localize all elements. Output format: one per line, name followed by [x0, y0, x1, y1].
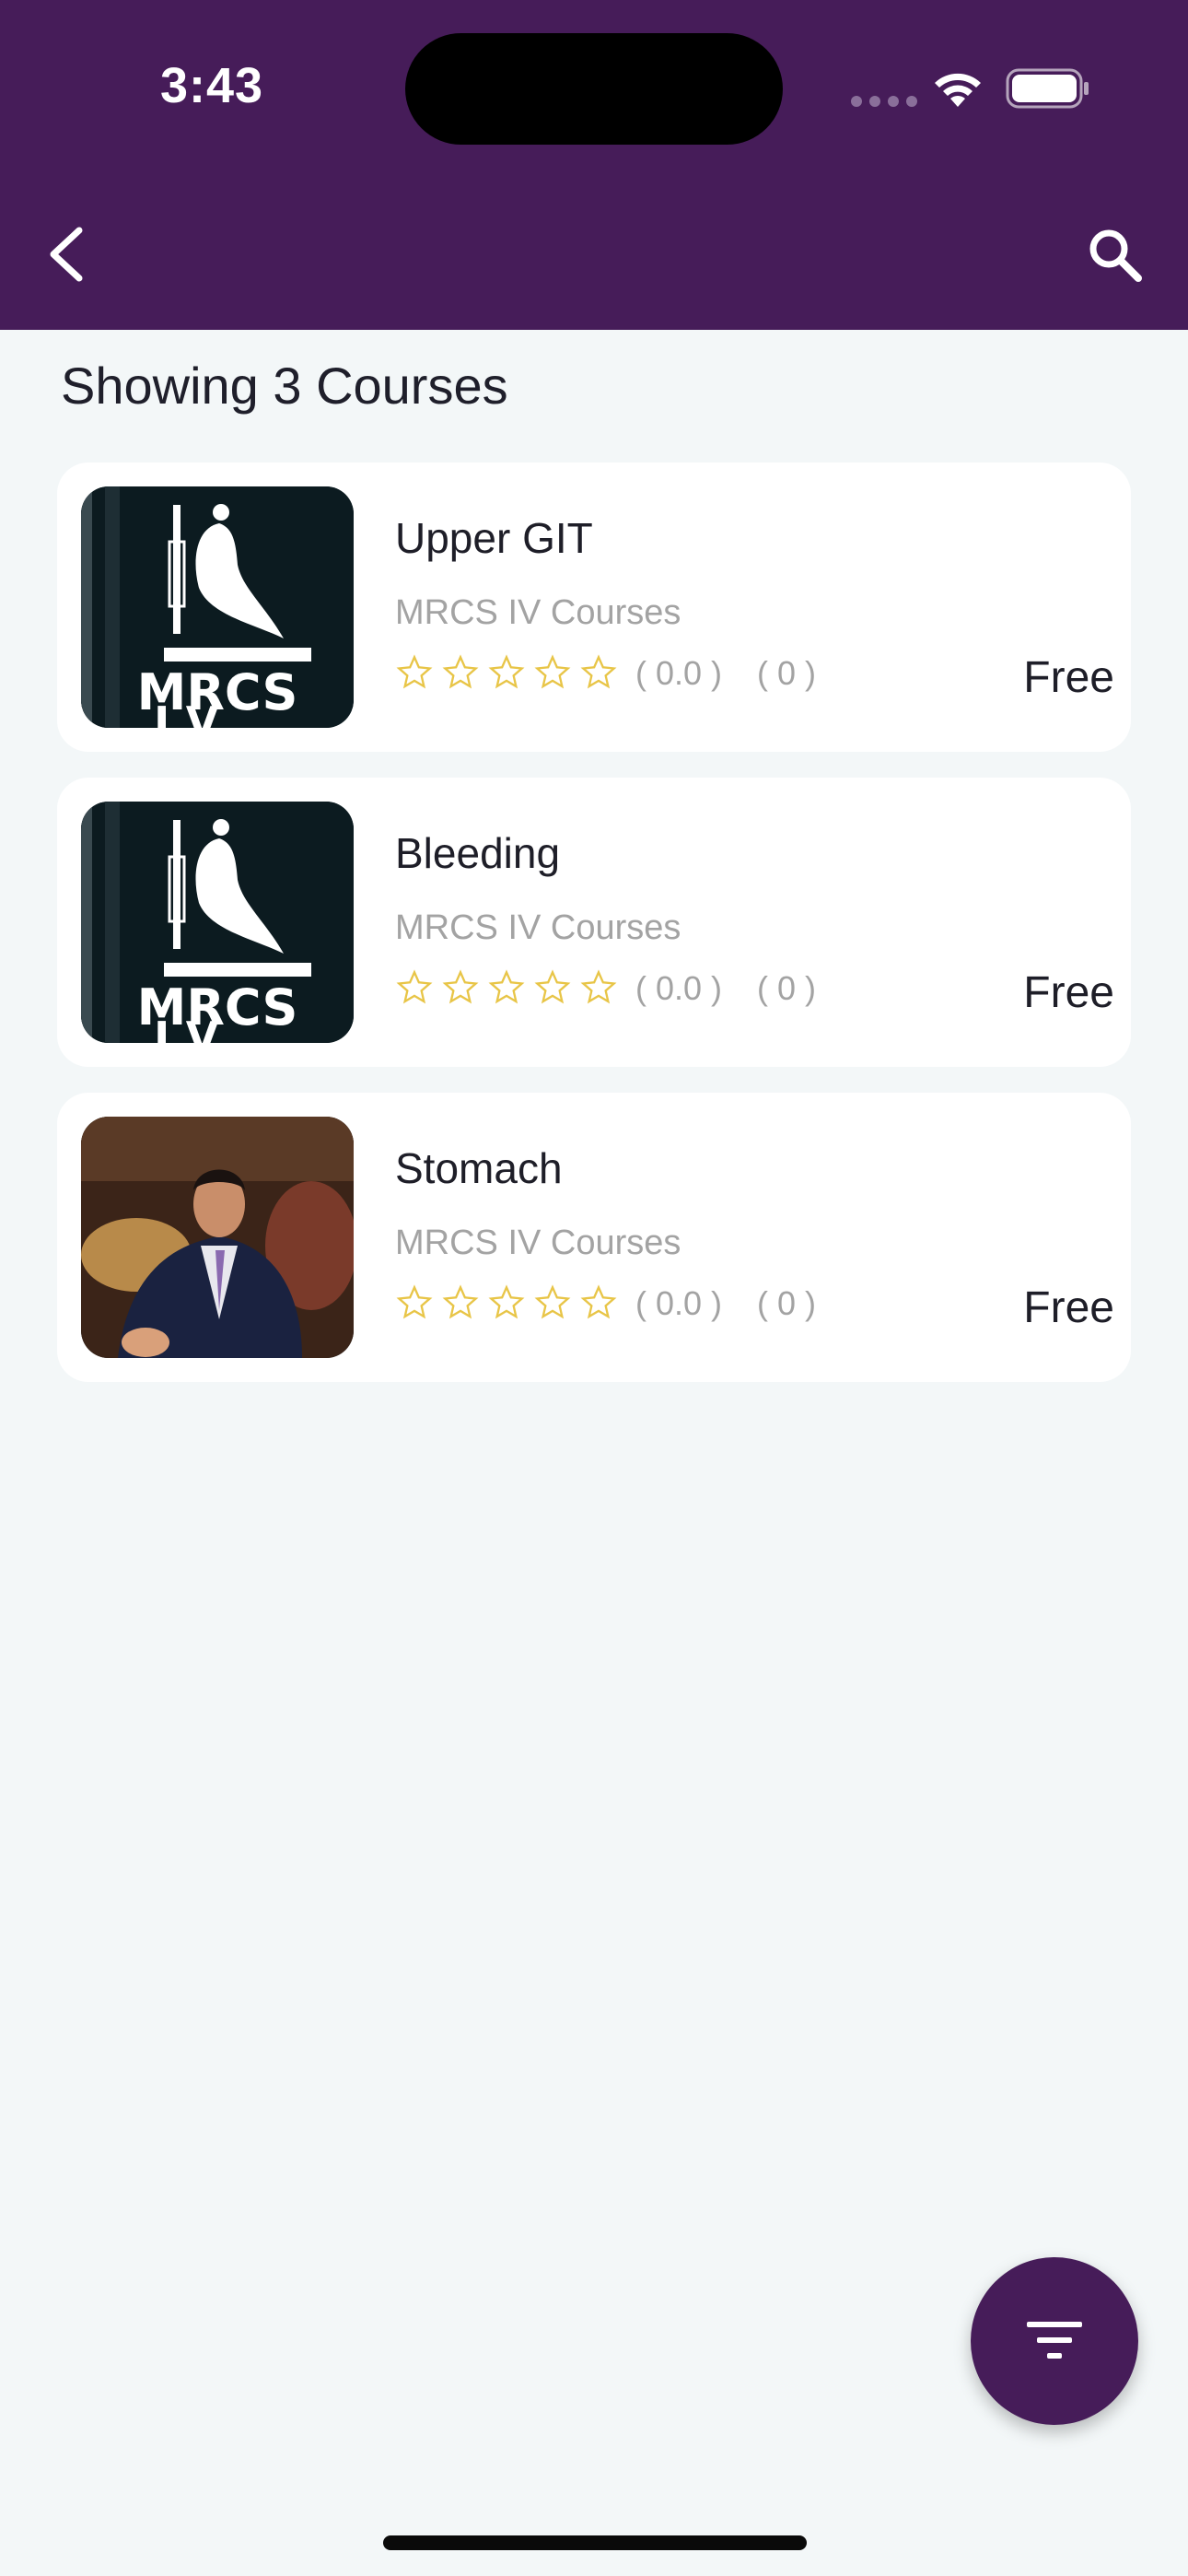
course-category: MRCS IV Courses	[395, 908, 681, 947]
course-category: MRCS IV Courses	[395, 1224, 681, 1262]
course-category: MRCS IV Courses	[395, 593, 681, 632]
star-outline-icon	[534, 654, 571, 689]
course-title: Stomach	[395, 1144, 563, 1192]
star-outline-icon	[442, 969, 479, 1004]
rating-value: ( 0.0 )	[635, 654, 723, 692]
course-count: Showing 3 Courses	[61, 357, 508, 415]
cellular-signal-icon	[851, 96, 917, 107]
filter-icon	[1027, 2322, 1082, 2359]
star-outline-icon	[534, 969, 571, 1004]
dynamic-island	[405, 33, 783, 145]
review-count: ( 0 )	[757, 1284, 817, 1322]
course-thumbnail	[81, 1117, 354, 1358]
chevron-left-icon	[50, 227, 83, 282]
mrcs-logo-image: MRCS I.V.	[81, 802, 354, 1043]
star-outline-icon	[396, 1284, 433, 1319]
course-price: Free	[1023, 653, 1114, 702]
star-outline-icon	[442, 1284, 479, 1319]
course-card[interactable]: MRCS I.V. Bleeding MRCS IV Courses ( 0.0…	[57, 778, 1131, 1067]
star-outline-icon	[534, 1284, 571, 1319]
wifi-icon	[935, 73, 981, 107]
course-card[interactable]: MRCS I.V. Upper GIT MRCS IV Courses ( 0.…	[57, 463, 1131, 752]
rating-stars	[396, 969, 617, 1006]
instructor-photo	[81, 1117, 354, 1358]
thumb-logo-subtext: I.V.	[154, 697, 229, 728]
star-outline-icon	[580, 654, 617, 689]
course-price: Free	[1023, 968, 1114, 1017]
star-outline-icon	[488, 969, 525, 1004]
course-thumbnail: MRCS I.V.	[81, 486, 354, 728]
star-outline-icon	[488, 654, 525, 689]
battery-icon	[1006, 68, 1089, 109]
course-title: Upper GIT	[395, 514, 593, 562]
thumb-logo-subtext: I.V.	[154, 1013, 229, 1043]
status-time: 3:43	[160, 58, 264, 113]
review-count: ( 0 )	[757, 969, 817, 1007]
rating-value: ( 0.0 )	[635, 969, 723, 1007]
rating-stars	[396, 654, 617, 691]
star-outline-icon	[396, 654, 433, 689]
course-title: Bleeding	[395, 829, 561, 877]
star-outline-icon	[580, 1284, 617, 1319]
search-icon	[1089, 229, 1142, 282]
star-outline-icon	[580, 969, 617, 1004]
star-outline-icon	[396, 969, 433, 1004]
filter-button[interactable]	[971, 2257, 1138, 2425]
rating-value: ( 0.0 )	[635, 1284, 723, 1322]
mrcs-logo-image: MRCS I.V.	[81, 486, 354, 728]
course-price: Free	[1023, 1283, 1114, 1332]
course-thumbnail: MRCS I.V.	[81, 802, 354, 1043]
home-indicator[interactable]	[383, 2535, 807, 2550]
app-header: 3:43	[0, 0, 1188, 330]
rating-stars	[396, 1284, 617, 1321]
review-count: ( 0 )	[757, 654, 817, 692]
star-outline-icon	[442, 654, 479, 689]
star-outline-icon	[488, 1284, 525, 1319]
search-button[interactable]	[1083, 223, 1147, 287]
course-card[interactable]: Stomach MRCS IV Courses ( 0.0 ) ( 0 ) Fr…	[57, 1093, 1131, 1382]
back-button[interactable]	[42, 221, 98, 287]
